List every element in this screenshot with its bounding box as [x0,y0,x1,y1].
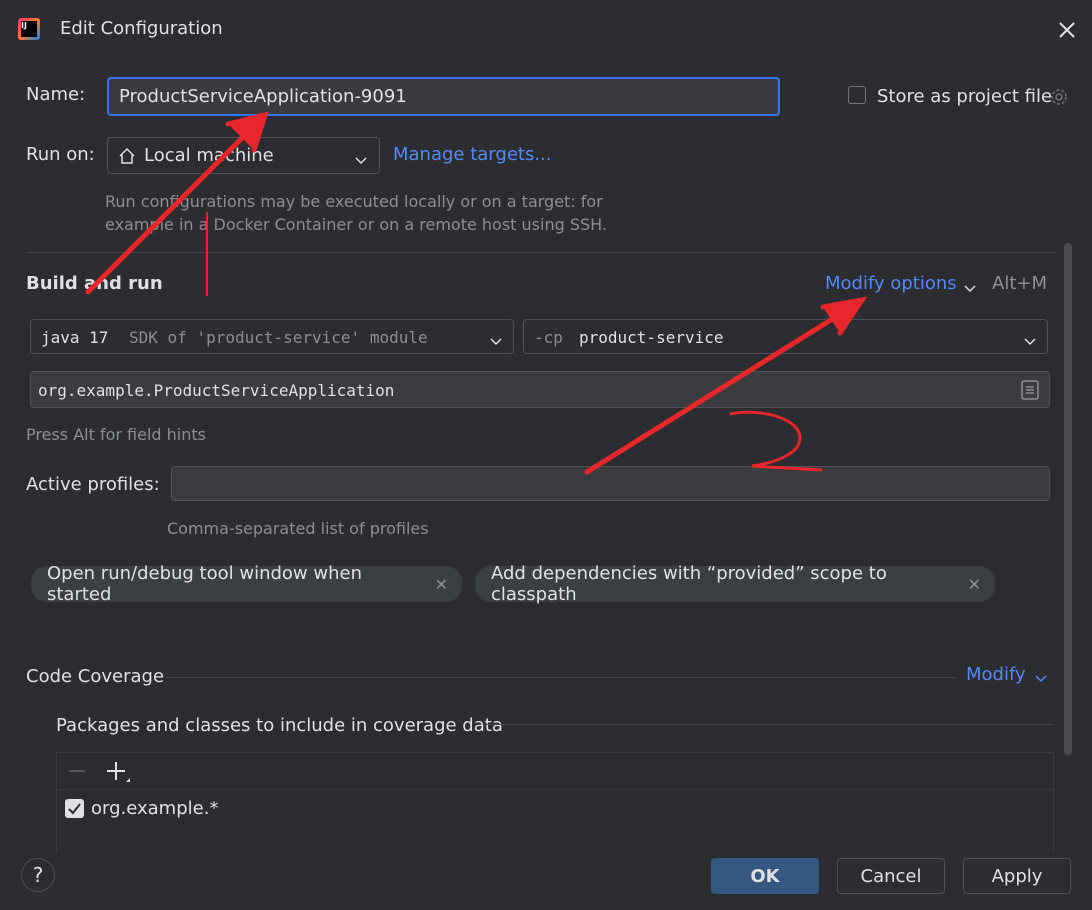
annotation-arrow-2-head [820,296,868,336]
annotation-arrow-2 [584,300,861,475]
annotation-overlay [85,111,868,475]
annotation-arrow-1 [85,115,265,295]
annotation-number-2 [729,410,823,472]
